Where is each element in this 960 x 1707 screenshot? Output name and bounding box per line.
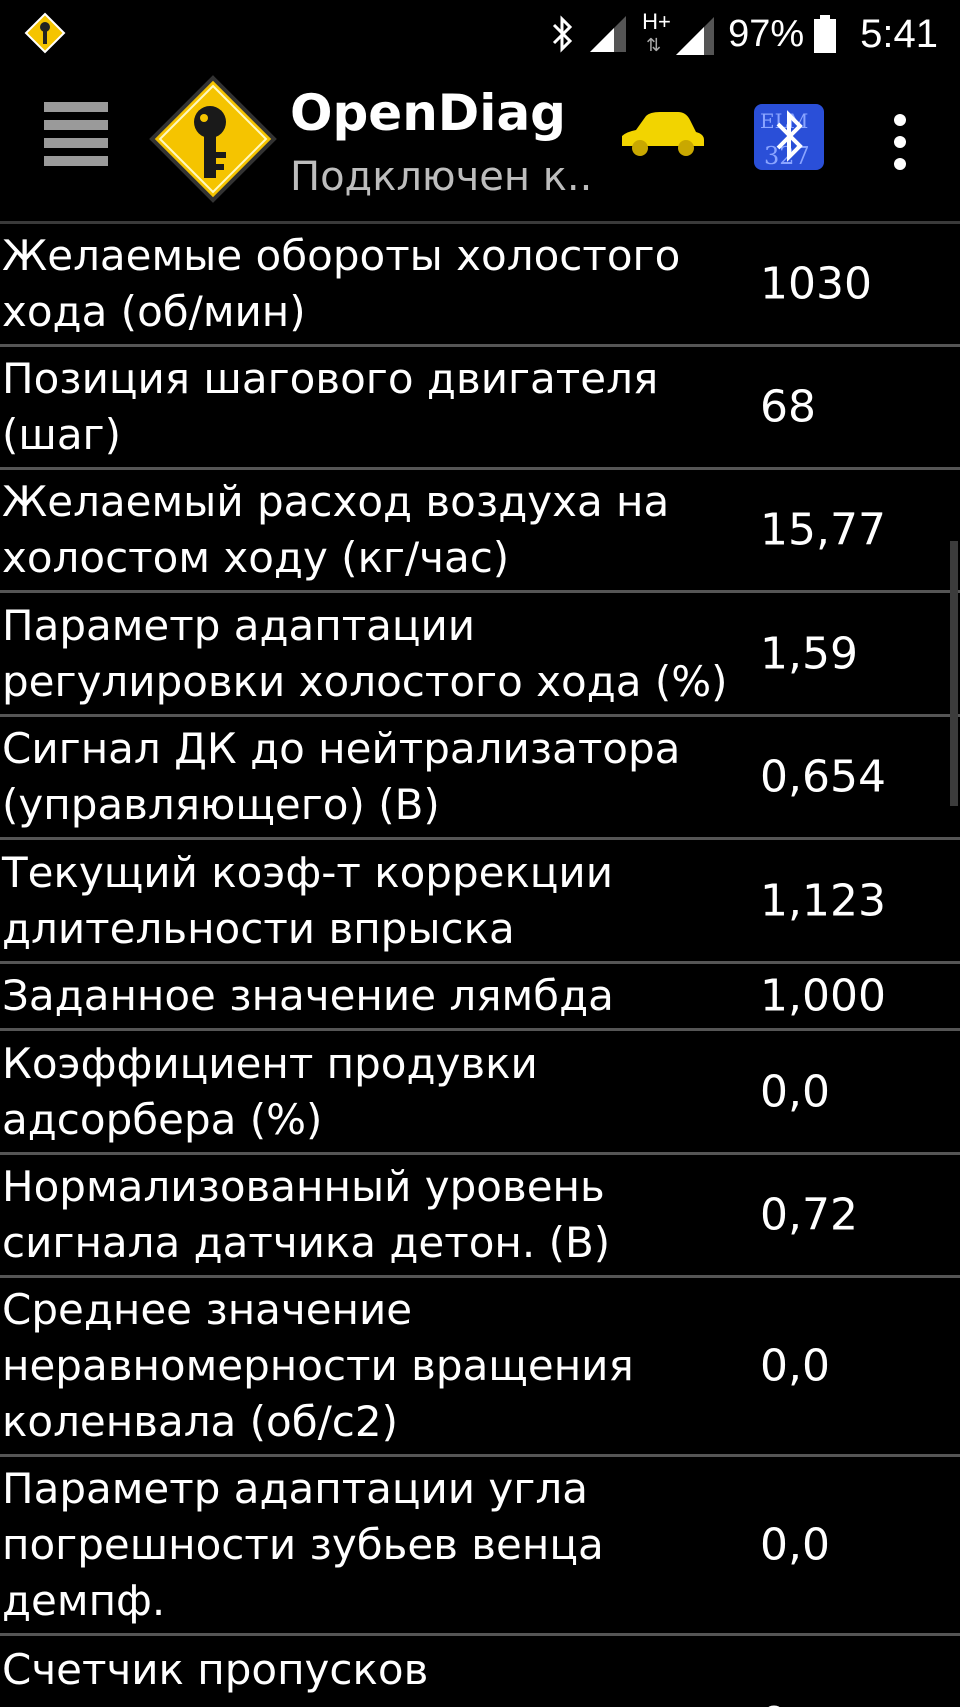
status-bar: H+ ⇅ 97% 5:41 bbox=[0, 0, 960, 66]
param-label: Заданное значение лямбда bbox=[2, 971, 614, 1020]
param-value: 0,0 bbox=[760, 1340, 830, 1392]
param-value: 0,0 bbox=[760, 1066, 830, 1117]
list-item[interactable]: Параметр адаптации регулировки холостого… bbox=[0, 593, 960, 717]
param-label: Счетчик пропусков bbox=[2, 1645, 429, 1694]
app-title: OpenDiag bbox=[290, 84, 566, 142]
list-item[interactable]: Позиция шагового двигателя (шаг) 68 bbox=[0, 347, 960, 470]
bluetooth-icon bbox=[553, 15, 573, 53]
clock: 5:41 bbox=[860, 11, 938, 56]
list-item[interactable]: Сигнал ДК до нейтрализатора (управляющег… bbox=[0, 717, 960, 840]
data-activity-icon: ⇅ bbox=[646, 35, 664, 55]
param-label: Желаемый расход воздуха на холостом ходу… bbox=[2, 477, 670, 582]
bluetooth-elm327-icon[interactable]: ELM 327 bbox=[752, 102, 826, 172]
overflow-menu-icon[interactable] bbox=[888, 114, 912, 178]
list-item[interactable]: Желаемые обороты холостого хода (об/мин)… bbox=[0, 224, 960, 347]
param-value: 68 bbox=[760, 381, 816, 433]
list-item[interactable]: Текущий коэф-т коррекции длительности вп… bbox=[0, 840, 960, 964]
menu-icon[interactable] bbox=[44, 102, 108, 168]
signal-strength-icon bbox=[590, 16, 627, 52]
connection-status: Подключен к... bbox=[290, 154, 590, 200]
param-label: Параметр адаптации регулировки холостого… bbox=[2, 600, 728, 706]
param-value: 1030 bbox=[760, 258, 872, 310]
param-value: 0,0 bbox=[760, 1519, 830, 1571]
param-value: 0 bbox=[760, 1698, 788, 1707]
mobile-signal-icon bbox=[676, 17, 715, 55]
list-item[interactable]: Заданное значение лямбда 1,000 bbox=[0, 964, 960, 1031]
car-icon[interactable] bbox=[616, 106, 706, 166]
list-item[interactable]: Среднее значение неравномерности вращени… bbox=[0, 1278, 960, 1457]
param-label: Параметр адаптации угла погрешности зубь… bbox=[2, 1464, 604, 1625]
param-value: 0,654 bbox=[760, 751, 886, 803]
param-label: Сигнал ДК до нейтрализатора (управляющег… bbox=[2, 724, 681, 829]
param-label: Позиция шагового двигателя (шаг) bbox=[2, 354, 659, 459]
param-value: 1,123 bbox=[760, 875, 886, 926]
list-item[interactable]: Желаемый расход воздуха на холостом ходу… bbox=[0, 470, 960, 593]
param-label: Среднее значение неравномерности вращени… bbox=[2, 1285, 634, 1446]
status-indicators: H+ ⇅ 97% 5:41 bbox=[548, 8, 938, 60]
scrollbar[interactable] bbox=[950, 541, 958, 806]
list-item[interactable]: Коэффициент продувки адсорбера (%) 0,0 bbox=[0, 1031, 960, 1155]
param-value: 15,77 bbox=[760, 504, 886, 556]
param-label: Текущий коэф-т коррекции длительности вп… bbox=[2, 847, 613, 953]
opendiag-key-icon bbox=[24, 12, 66, 54]
param-label: Коэффициент продувки адсорбера (%) bbox=[2, 1038, 538, 1144]
param-label: Нормализованный уровень сигнала датчика … bbox=[2, 1162, 611, 1267]
battery-percentage: 97% bbox=[728, 12, 805, 55]
param-value: 1,59 bbox=[760, 628, 858, 679]
list-item[interactable]: Счетчик пропусков 0 bbox=[0, 1636, 960, 1707]
action-bar: OpenDiag Подключен к... ELM 327 bbox=[0, 66, 960, 221]
network-type-label: H+ bbox=[642, 9, 671, 34]
param-label: Желаемые обороты холостого хода (об/мин) bbox=[2, 231, 681, 336]
list-item[interactable]: Параметр адаптации угла погрешности зубь… bbox=[0, 1457, 960, 1636]
param-value: 1,000 bbox=[760, 970, 886, 1022]
param-value: 0,72 bbox=[760, 1189, 858, 1241]
list-item[interactable]: Нормализованный уровень сигнала датчика … bbox=[0, 1155, 960, 1278]
battery-icon bbox=[814, 15, 837, 53]
parameter-list[interactable]: Желаемые обороты холостого хода (об/мин)… bbox=[0, 221, 960, 1707]
mobile-network-indicator: H+ ⇅ bbox=[638, 9, 718, 59]
svg-text:327: 327 bbox=[764, 142, 810, 170]
opendiag-logo-icon[interactable] bbox=[148, 74, 278, 204]
